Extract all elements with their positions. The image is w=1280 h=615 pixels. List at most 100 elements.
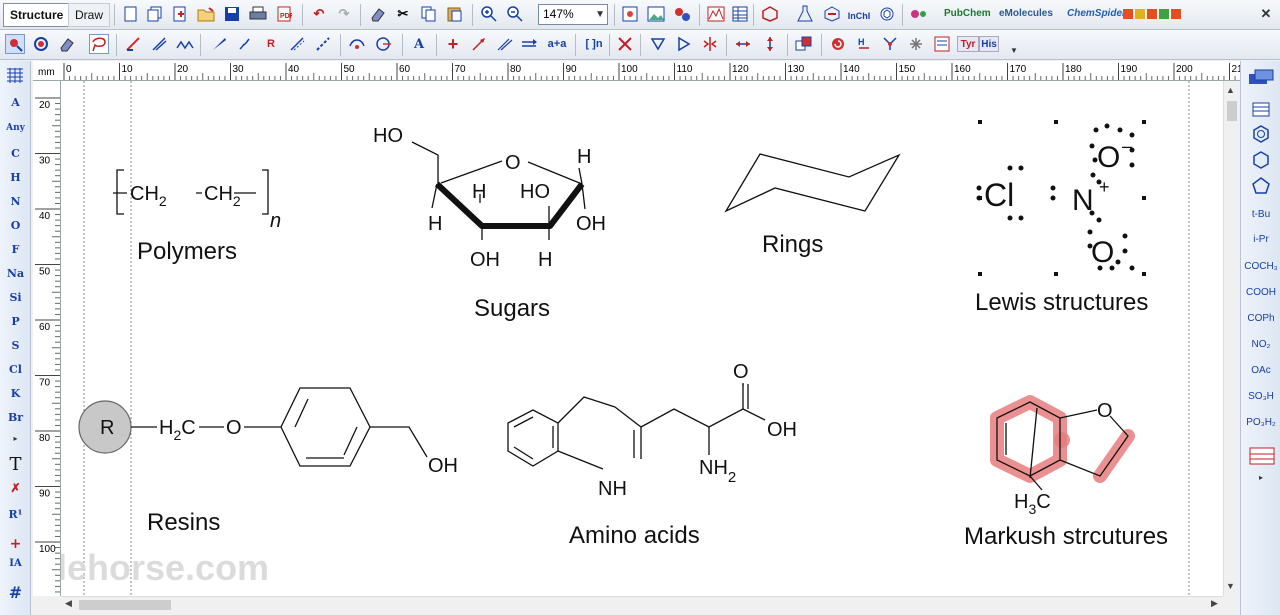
group-no2[interactable]: NO₂: [1241, 339, 1280, 350]
group-cooh[interactable]: COOH: [1241, 287, 1280, 298]
element-Br[interactable]: Br: [0, 411, 31, 424]
scroll-up-icon[interactable]: ▲: [1226, 85, 1235, 95]
group-coph[interactable]: COPh: [1241, 313, 1280, 324]
atom-map-icon[interactable]: IA: [0, 558, 31, 569]
chemspider-button[interactable]: ChemSpider: [1067, 8, 1126, 19]
flip-vertical-icon[interactable]: [648, 34, 668, 54]
group-oac[interactable]: OAc: [1241, 365, 1280, 376]
templates-library-icon[interactable]: [1247, 67, 1275, 87]
tab-draw[interactable]: Draw: [68, 3, 111, 27]
single-bond-icon[interactable]: [123, 34, 143, 54]
save-icon[interactable]: [222, 4, 242, 24]
settings-icon[interactable]: [906, 34, 926, 54]
scrollbar-thumb[interactable]: [79, 600, 171, 610]
tyr-tool[interactable]: Tyr: [957, 36, 979, 52]
copy-icon[interactable]: [419, 4, 439, 24]
zoom-select[interactable]: 147% ▼: [538, 4, 608, 25]
markush-structure[interactable]: O H3C: [990, 395, 1135, 517]
group-tbu[interactable]: t-Bu: [1241, 209, 1280, 220]
more-elements-icon[interactable]: ▸: [0, 433, 31, 443]
smiles-icon[interactable]: [877, 4, 897, 24]
scroll-right-icon[interactable]: ▶: [1211, 598, 1218, 609]
print-icon[interactable]: [248, 4, 268, 24]
open-folder-icon[interactable]: [196, 4, 216, 24]
any-bond-icon[interactable]: [313, 34, 333, 54]
emolecules-button[interactable]: eMolecules: [999, 8, 1053, 19]
cyclopentane-icon[interactable]: [1251, 176, 1271, 196]
rgroup-tool[interactable]: R: [261, 34, 281, 54]
template-icon[interactable]: [170, 4, 190, 24]
group-so3h[interactable]: SO₃H: [1241, 391, 1280, 402]
add-hydrogens-icon[interactable]: H: [854, 34, 874, 54]
lasso-select-icon[interactable]: [89, 34, 109, 54]
group-ipr[interactable]: i-Pr: [1241, 234, 1280, 245]
aromatic-bond-icon[interactable]: [287, 34, 307, 54]
align-vertical-icon[interactable]: [760, 34, 780, 54]
scroll-down-icon[interactable]: ▼: [1226, 581, 1235, 591]
text-tool-icon[interactable]: A: [409, 34, 429, 54]
paste-icon[interactable]: [445, 4, 465, 24]
element-Na[interactable]: Na: [0, 267, 31, 280]
amino-acid-structure[interactable]: O OH NH2 NH: [507, 361, 797, 500]
element-N[interactable]: N: [0, 195, 31, 208]
cyclohexane-icon[interactable]: [1251, 150, 1271, 170]
close-icon[interactable]: ✕: [1256, 4, 1276, 24]
element-F[interactable]: F: [0, 243, 31, 256]
rgroup-palette-tool[interactable]: R¹: [0, 508, 31, 521]
wedge-bond-icon[interactable]: [209, 34, 229, 54]
arrow-icon[interactable]: [469, 34, 489, 54]
lewis-structure[interactable]: Cl N + O – O: [976, 120, 1147, 276]
element-A[interactable]: A: [0, 96, 31, 109]
element-H[interactable]: H: [0, 171, 31, 184]
refresh-icon[interactable]: [828, 34, 848, 54]
bracket-tool[interactable]: [ ]n: [582, 34, 606, 54]
element-any[interactable]: Any: [0, 123, 31, 133]
positive-charge-tool[interactable]: +: [0, 536, 31, 552]
element-K[interactable]: K: [0, 387, 31, 400]
new-document-icon[interactable]: [121, 4, 141, 24]
spectrum-icon[interactable]: [706, 4, 726, 24]
name-to-structure-icon[interactable]: [760, 4, 780, 24]
periodic-table-icon[interactable]: [5, 65, 25, 85]
double-bond-icon[interactable]: [149, 34, 169, 54]
table-icon[interactable]: [730, 4, 750, 24]
select-tool-icon[interactable]: [5, 34, 25, 54]
element-Cl[interactable]: Cl: [0, 363, 31, 376]
3d-view-icon[interactable]: [672, 4, 692, 24]
resin-structure[interactable]: R H2C O OH: [78, 387, 458, 477]
element-Si[interactable]: Si: [0, 291, 31, 304]
equilibrium-arrow-icon[interactable]: [520, 34, 540, 54]
drawing-canvas[interactable]: CH2 CH2 n Polymers HO O H H HO H OH OH H…: [61, 81, 1223, 596]
hash-bond-icon[interactable]: [235, 34, 255, 54]
polymer-structure[interactable]: CH2 CH2 n: [113, 169, 281, 232]
flip-horizontal-icon[interactable]: [674, 34, 694, 54]
flask-icon[interactable]: [795, 4, 815, 24]
new-window-icon[interactable]: [145, 4, 165, 24]
user-templates-icon[interactable]: [1249, 446, 1275, 466]
templates-folder-icon[interactable]: [1251, 99, 1271, 119]
lasso-icon[interactable]: [31, 34, 51, 54]
his-tool[interactable]: His: [979, 36, 999, 52]
zoom-out-icon[interactable]: [505, 4, 525, 24]
benzene-icon[interactable]: [1251, 124, 1271, 144]
zoom-in-icon[interactable]: [479, 4, 499, 24]
scrollbar-thumb[interactable]: [1227, 101, 1237, 121]
element-P[interactable]: P: [0, 315, 31, 328]
reaction-arrow-icon[interactable]: [495, 34, 515, 54]
group-coch3[interactable]: COCH₃: [1241, 261, 1280, 272]
ring-tool-icon[interactable]: [347, 34, 367, 54]
more-groups-icon[interactable]: ▸: [1241, 473, 1280, 482]
element-S[interactable]: S: [0, 339, 31, 352]
redo-icon[interactable]: ↷: [334, 4, 354, 24]
pubchem-button[interactable]: PubChem: [944, 8, 991, 19]
mirror-icon[interactable]: [700, 34, 720, 54]
text-label-tool[interactable]: T: [0, 454, 31, 475]
align-horizontal-icon[interactable]: [733, 34, 753, 54]
insert-image-icon[interactable]: [646, 4, 666, 24]
element-O[interactable]: O: [0, 219, 31, 232]
reaction-map-tool[interactable]: a+a: [544, 34, 570, 54]
search-molecules-icon[interactable]: [909, 4, 929, 24]
group-po3h2[interactable]: PO₃H₂: [1241, 417, 1280, 428]
chain-icon[interactable]: [175, 34, 195, 54]
scroll-left-icon[interactable]: ◀: [65, 598, 72, 609]
